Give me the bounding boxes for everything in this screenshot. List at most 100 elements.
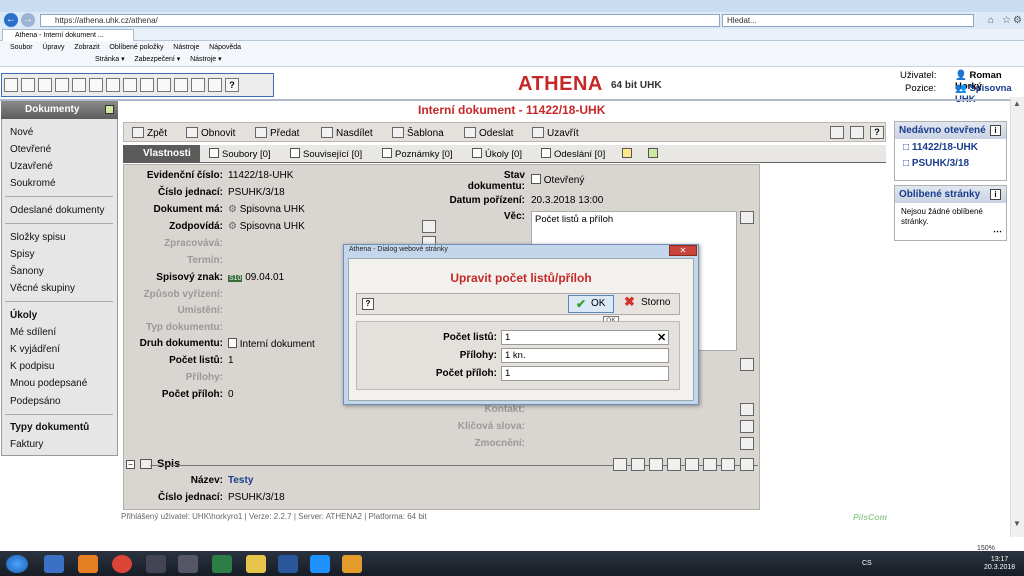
- uzavrit-button[interactable]: Uzavřít: [532, 127, 579, 139]
- sidebar-item-k-podpisu[interactable]: K podpisu: [10, 361, 54, 372]
- tab-vlastnosti[interactable]: Vlastnosti: [123, 145, 200, 163]
- sidebar-item-odeslane[interactable]: Odeslané dokumenty: [10, 205, 105, 216]
- ok-button[interactable]: ✔ OK: [568, 295, 614, 313]
- print-tool-icon[interactable]: [157, 78, 171, 92]
- spis-tool-2-icon[interactable]: [631, 458, 645, 471]
- edit-zmocneni-icon[interactable]: [740, 437, 754, 450]
- list-tool-icon[interactable]: [140, 78, 154, 92]
- sidebar-item-faktury[interactable]: Faktury: [10, 439, 43, 450]
- page-scrollbar[interactable]: ▲ ▼: [1010, 97, 1024, 537]
- tab-odeslani[interactable]: Odeslání [0]: [541, 148, 605, 160]
- spis-nazev-link[interactable]: Testy: [228, 475, 253, 486]
- clock[interactable]: 13:17 20.3.2018: [984, 556, 1015, 572]
- menu-napoveda[interactable]: Nápověda: [209, 44, 241, 51]
- cmd-zabezpeceni[interactable]: Zabezpečení ▾: [134, 56, 180, 63]
- sidebar-item-soukrome[interactable]: Soukromé: [10, 178, 56, 189]
- scroll-down-icon[interactable]: ▼: [1013, 519, 1021, 528]
- taskbar-app-1-icon[interactable]: [44, 555, 64, 573]
- menu-oblibene[interactable]: Oblíbené položky: [109, 44, 163, 51]
- storno-button[interactable]: ✖ Storno: [619, 294, 681, 313]
- sidebar-item-me-sdileni[interactable]: Mé sdílení: [10, 327, 56, 338]
- edit-kontakt2-icon[interactable]: [740, 403, 754, 416]
- zoom-level[interactable]: 150%: [977, 545, 995, 552]
- zpet-button[interactable]: Zpět: [132, 127, 167, 139]
- tab-edit[interactable]: [648, 148, 661, 160]
- sidebar-item-otevrene[interactable]: Otevřené: [10, 144, 51, 155]
- copy-tool-icon[interactable]: [38, 78, 52, 92]
- tab-soubory[interactable]: Soubory [0]: [209, 148, 271, 160]
- sidebar-item-spisy[interactable]: Spisy: [10, 249, 34, 260]
- info-icon[interactable]: i: [990, 189, 1001, 200]
- home-icon[interactable]: ⌂: [988, 15, 994, 26]
- spis-tool-6-icon[interactable]: [703, 458, 717, 471]
- back-button[interactable]: ←: [4, 13, 18, 27]
- spis-tool-4-icon[interactable]: [667, 458, 681, 471]
- collapse-spis-icon[interactable]: −: [126, 460, 135, 469]
- start-button-icon[interactable]: [6, 555, 28, 573]
- taskbar-app-2-icon[interactable]: [78, 555, 98, 573]
- sidebar-item-vecne-skupiny[interactable]: Věcné skupiny: [10, 283, 75, 294]
- settings-tool-icon[interactable]: [191, 78, 205, 92]
- home-tool-icon[interactable]: [4, 78, 18, 92]
- sidebar-item-sanony[interactable]: Šanony: [10, 266, 44, 277]
- favorites-star-icon[interactable]: ☆: [1002, 15, 1011, 26]
- browser-search-input[interactable]: Hledat...: [722, 14, 974, 27]
- sidebar-item-uzavrene[interactable]: Uzavřené: [10, 161, 53, 172]
- folder-tool-icon[interactable]: [55, 78, 69, 92]
- spis-tool-7-icon[interactable]: [721, 458, 735, 471]
- help-tool-icon[interactable]: ?: [225, 78, 239, 92]
- edit-kontakt-icon[interactable]: [740, 358, 754, 371]
- sidebar-item-nove[interactable]: Nové: [10, 127, 33, 138]
- url-input[interactable]: https://athena.uhk.cz/athena/: [40, 14, 720, 27]
- explorer-icon[interactable]: [246, 555, 266, 573]
- clear-input-icon[interactable]: ✕: [657, 331, 666, 344]
- help-icon[interactable]: ?: [870, 126, 884, 139]
- tab-souvisejici[interactable]: Související [0]: [290, 148, 362, 160]
- scroll-up-icon[interactable]: ▲: [1013, 99, 1021, 108]
- recent-item[interactable]: □ PSUHK/3/18: [895, 155, 1006, 171]
- tab-ukoly[interactable]: Úkoly [0]: [472, 148, 522, 160]
- spis-tool-8-icon[interactable]: [740, 458, 754, 471]
- edit-vec-icon[interactable]: [740, 211, 754, 224]
- report-tool-icon[interactable]: [174, 78, 188, 92]
- spis-tool-5-icon[interactable]: [685, 458, 699, 471]
- menu-zobrazit[interactable]: Zobrazit: [74, 44, 99, 51]
- table-tool-icon[interactable]: [208, 78, 222, 92]
- predat-button[interactable]: Předat: [255, 127, 299, 139]
- edit-klicova-slova-icon[interactable]: [740, 420, 754, 433]
- dlg-pocet-listu-input[interactable]: [501, 330, 669, 345]
- dialog-close-button[interactable]: ✕: [669, 245, 697, 256]
- chrome-icon[interactable]: [112, 555, 132, 573]
- sidebar-item-podepsano[interactable]: Podepsáno: [10, 396, 61, 407]
- word-icon[interactable]: [278, 555, 298, 573]
- sidebar-item-slozky-spisu[interactable]: Složky spisu: [10, 232, 66, 243]
- dlg-prilohy-input[interactable]: [501, 348, 669, 363]
- browser-tab-active[interactable]: Athena - Interní dokument ...: [2, 29, 134, 41]
- sidebar-item-ukoly[interactable]: Úkoly: [10, 310, 37, 321]
- export-icon[interactable]: [850, 126, 864, 139]
- info-icon[interactable]: i: [990, 125, 1001, 136]
- dlg-pocet-priloh-input[interactable]: [501, 366, 669, 381]
- sidebar-item-typy-dokumentu[interactable]: Typy dokumentů: [10, 422, 89, 433]
- spis-tool-1-icon[interactable]: [613, 458, 627, 471]
- recent-item[interactable]: □ 11422/18-UHK: [895, 139, 1006, 155]
- media-player-icon[interactable]: [342, 555, 362, 573]
- send-tool-icon[interactable]: [89, 78, 103, 92]
- taskbar-app-6-icon[interactable]: [212, 555, 232, 573]
- sidebar-item-k-vyjadreni[interactable]: K vyjádření: [10, 344, 60, 355]
- archive-tool-icon[interactable]: [106, 78, 120, 92]
- register-tool-icon[interactable]: [72, 78, 86, 92]
- dialog-help-icon[interactable]: ?: [362, 298, 374, 310]
- settings-gear-icon[interactable]: ⚙: [1013, 15, 1022, 26]
- sidebar-pin-icon[interactable]: [105, 105, 114, 114]
- more-dots-icon[interactable]: ⋯: [993, 226, 1002, 237]
- tab-poznamky[interactable]: Poznámky [0]: [382, 148, 453, 160]
- menu-nastroje[interactable]: Nástroje: [173, 44, 199, 51]
- cmd-stranka[interactable]: Stránka ▾: [95, 56, 125, 63]
- sablona-button[interactable]: Šablona: [392, 127, 444, 139]
- sidebar-item-mnou-podepsane[interactable]: Mnou podepsané: [10, 378, 87, 389]
- spis-tool-3-icon[interactable]: [649, 458, 663, 471]
- forward-button[interactable]: →: [21, 13, 35, 27]
- documents-tool-icon[interactable]: [21, 78, 35, 92]
- tab-bulb[interactable]: [622, 148, 635, 160]
